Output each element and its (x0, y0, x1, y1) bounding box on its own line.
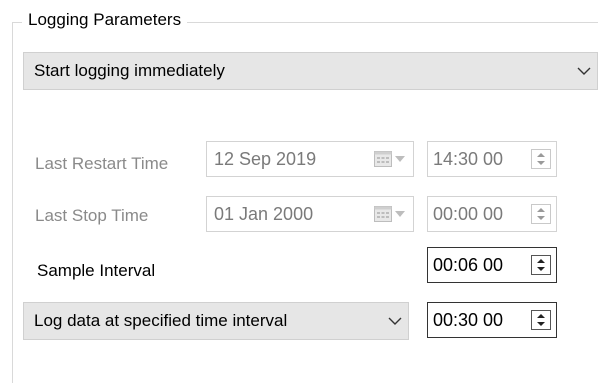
last-stop-date-picker: 01 Jan 2000 (206, 196, 414, 232)
last-restart-time: 14:30 00 (433, 148, 504, 169)
group-title: Logging Parameters (22, 10, 188, 30)
chevron-down-icon (382, 317, 408, 326)
sample-interval-time: 00:06 00 (433, 254, 504, 275)
last-stop-label: Last Stop Time (35, 206, 149, 225)
spin-up-down-icon (531, 204, 551, 224)
log-mode-value: Log data at specified time interval (34, 311, 288, 330)
calendar-icon (374, 151, 413, 167)
start-mode-select[interactable]: Start logging immediately (23, 52, 598, 90)
last-stop-date: 01 Jan 2000 (214, 203, 314, 224)
spin-up-down-icon[interactable] (531, 310, 551, 330)
calendar-icon (374, 206, 413, 222)
last-restart-time-field: 14:30 00 (427, 141, 557, 177)
last-stop-time-field: 00:00 00 (427, 196, 557, 232)
start-mode-value: Start logging immediately (34, 61, 225, 80)
last-restart-label: Last Restart Time (35, 154, 169, 173)
last-restart-date: 12 Sep 2019 (214, 148, 317, 169)
spin-up-down-icon (531, 149, 551, 169)
last-restart-date-picker: 12 Sep 2019 (206, 141, 414, 177)
chevron-down-icon (571, 67, 597, 76)
last-stop-time: 00:00 00 (433, 203, 504, 224)
sample-interval-label: Sample Interval (37, 261, 156, 280)
log-mode-select[interactable]: Log data at specified time interval (23, 302, 409, 340)
spin-up-down-icon[interactable] (531, 255, 551, 275)
log-interval-time-field[interactable]: 00:30 00 (427, 302, 557, 338)
sample-interval-time-field[interactable]: 00:06 00 (427, 247, 557, 283)
log-interval-time: 00:30 00 (433, 309, 504, 330)
